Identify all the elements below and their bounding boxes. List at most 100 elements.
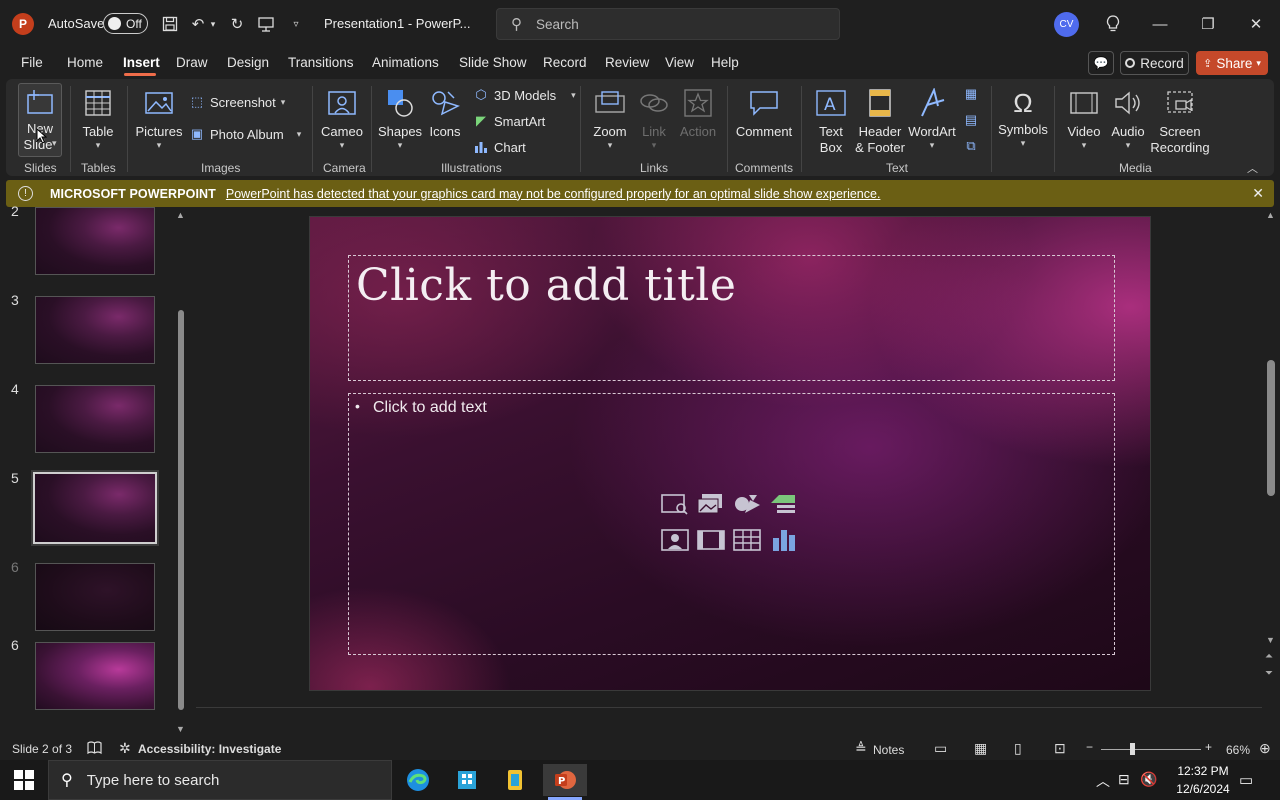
message-bar-link[interactable]: PowerPoint has detected that your graphi… bbox=[226, 187, 881, 201]
chart-button[interactable]: Chart bbox=[473, 139, 526, 155]
slide-thumbnail[interactable] bbox=[35, 642, 155, 710]
slide-show-icon[interactable]: ⊡ bbox=[1054, 740, 1066, 757]
link-button[interactable]: Link ▾ bbox=[634, 86, 674, 150]
undo-dropdown-icon[interactable]: ▾ bbox=[206, 12, 220, 36]
insert-stock-images-icon[interactable] bbox=[697, 492, 725, 516]
tab-design[interactable]: Design bbox=[227, 55, 269, 70]
insert-icons-icon[interactable] bbox=[733, 492, 761, 516]
zoom-button[interactable]: Zoom ▾ bbox=[588, 86, 632, 150]
content-placeholder[interactable]: • Click to add text bbox=[348, 393, 1115, 655]
normal-view-icon[interactable]: ▭ bbox=[934, 740, 947, 757]
insert-picture-icon[interactable] bbox=[661, 492, 689, 516]
scroll-up-icon[interactable]: ▲ bbox=[1266, 210, 1275, 220]
tab-animations[interactable]: Animations bbox=[372, 55, 439, 70]
zoom-out-icon[interactable]: − bbox=[1086, 740, 1093, 754]
volume-muted-icon[interactable]: 🔇 bbox=[1140, 771, 1157, 788]
object-icon[interactable]: ⧉ bbox=[962, 138, 980, 156]
screenshot-button[interactable]: ⬚ Screenshot ▾ bbox=[189, 94, 285, 110]
autosave-toggle[interactable]: Off bbox=[103, 13, 148, 34]
reading-view-icon[interactable]: ▯ bbox=[1014, 740, 1022, 757]
zoom-slider-handle[interactable] bbox=[1130, 743, 1135, 755]
zoom-slider[interactable] bbox=[1101, 749, 1201, 750]
search-box[interactable]: ⚲ Search bbox=[496, 8, 840, 40]
show-hidden-icons-icon[interactable]: ︿ bbox=[1096, 771, 1110, 791]
windows-start-icon[interactable] bbox=[14, 770, 34, 790]
insert-chart-icon[interactable] bbox=[769, 528, 797, 552]
slide-number-icon[interactable]: ▤ bbox=[962, 112, 980, 130]
tab-review[interactable]: Review bbox=[605, 55, 649, 70]
network-icon[interactable]: ⊟ bbox=[1118, 771, 1130, 788]
screen-recording-button[interactable]: Screen Recording bbox=[1150, 86, 1210, 156]
cameo-button[interactable]: Cameo ▾ bbox=[318, 86, 366, 150]
clock-date[interactable]: 12/6/2024 bbox=[1173, 782, 1233, 796]
pictures-button[interactable]: Pictures ▾ bbox=[136, 86, 182, 150]
save-icon[interactable] bbox=[158, 12, 182, 36]
tab-record[interactable]: Record bbox=[543, 55, 587, 70]
notification-icon[interactable]: ▭ bbox=[1239, 771, 1253, 789]
slide-thumbnail[interactable] bbox=[35, 385, 155, 453]
share-button[interactable]: ⇪ Share ▾ bbox=[1196, 51, 1268, 75]
fit-to-window-icon[interactable]: ⊕ bbox=[1259, 740, 1271, 757]
insert-video-icon[interactable] bbox=[697, 528, 725, 552]
redo-icon[interactable]: ↻ bbox=[225, 12, 249, 36]
scroll-up-icon[interactable]: ▲ bbox=[176, 210, 185, 220]
customize-toolbar-icon[interactable]: ▿ bbox=[284, 12, 308, 36]
minimize-icon[interactable]: — bbox=[1148, 12, 1172, 36]
accessibility-status[interactable]: Accessibility: Investigate bbox=[138, 742, 281, 756]
collapse-ribbon-icon[interactable]: ︿ bbox=[1247, 160, 1258, 176]
tab-slide-show[interactable]: Slide Show bbox=[459, 55, 527, 70]
comment-button[interactable]: Comment bbox=[734, 86, 794, 140]
scroll-down-icon[interactable]: ▼ bbox=[176, 724, 185, 734]
file-explorer-app-icon[interactable] bbox=[445, 764, 489, 796]
comments-button[interactable]: 💬 bbox=[1088, 51, 1114, 75]
tab-transitions[interactable]: Transitions bbox=[288, 55, 354, 70]
notes-button[interactable]: Notes bbox=[873, 743, 904, 757]
slide-sorter-icon[interactable]: ▦ bbox=[974, 740, 987, 757]
slide-canvas[interactable]: Click to add title • Click to add text bbox=[309, 216, 1151, 691]
tab-draw[interactable]: Draw bbox=[176, 55, 208, 70]
close-icon[interactable]: ✕ bbox=[1252, 185, 1264, 202]
lightbulb-icon[interactable] bbox=[1101, 12, 1125, 36]
insert-smartart-icon[interactable] bbox=[769, 492, 797, 516]
slide-thumbnail[interactable] bbox=[35, 207, 155, 275]
slide-scrollbar[interactable] bbox=[1267, 360, 1275, 496]
date-time-icon[interactable]: ▦ bbox=[962, 86, 980, 104]
taskbar-search[interactable]: ⚲ Type here to search bbox=[48, 760, 392, 800]
next-slide-icon[interactable]: ⏷ bbox=[1265, 668, 1273, 679]
audio-button[interactable]: Audio ▾ bbox=[1108, 86, 1148, 150]
text-box-button[interactable]: A Text Box bbox=[810, 86, 852, 156]
tab-file[interactable]: File bbox=[21, 55, 43, 70]
zoom-level[interactable]: 66% bbox=[1226, 743, 1250, 757]
thumbnail-scrollbar[interactable] bbox=[178, 310, 184, 710]
scroll-down-icon[interactable]: ▼ bbox=[1266, 635, 1275, 645]
notes-icon[interactable]: ≜ bbox=[855, 740, 867, 757]
video-button[interactable]: Video ▾ bbox=[1062, 86, 1106, 150]
3d-models-button[interactable]: ⬡ 3D Models ▾ bbox=[473, 87, 575, 103]
app-icon[interactable] bbox=[493, 764, 537, 796]
close-icon[interactable]: ✕ bbox=[1244, 12, 1268, 36]
tab-home[interactable]: Home bbox=[67, 55, 103, 70]
record-button[interactable]: Record bbox=[1120, 51, 1189, 75]
edge-browser-icon[interactable] bbox=[396, 764, 440, 796]
tab-view[interactable]: View bbox=[665, 55, 694, 70]
slide-thumbnail[interactable] bbox=[35, 563, 155, 631]
symbols-button[interactable]: Ω Symbols ▾ bbox=[996, 86, 1050, 148]
tab-help[interactable]: Help bbox=[711, 55, 739, 70]
accessibility-icon[interactable]: ✲ bbox=[119, 740, 131, 757]
tab-insert[interactable]: Insert bbox=[123, 55, 160, 70]
new-slide-chevron-icon[interactable]: ▾ bbox=[52, 138, 57, 149]
previous-slide-icon[interactable]: ⏶ bbox=[1265, 651, 1273, 662]
zoom-in-icon[interactable]: + bbox=[1205, 740, 1212, 754]
wordart-button[interactable]: WordArt ▾ bbox=[908, 86, 956, 150]
restore-icon[interactable]: ❐ bbox=[1196, 12, 1220, 36]
table-button[interactable]: Table ▾ bbox=[76, 86, 120, 150]
avatar[interactable]: CV bbox=[1054, 12, 1079, 37]
smartart-button[interactable]: ◤ SmartArt bbox=[473, 113, 545, 129]
clock-time[interactable]: 12:32 PM bbox=[1173, 764, 1233, 778]
powerpoint-app-icon[interactable]: P bbox=[543, 764, 587, 796]
photo-album-button[interactable]: ▣ Photo Album ▾ bbox=[189, 126, 301, 142]
present-from-beginning-icon[interactable] bbox=[254, 12, 278, 36]
icons-button[interactable]: Icons bbox=[424, 86, 466, 140]
insert-table-icon[interactable] bbox=[733, 528, 761, 552]
slide-thumbnail[interactable] bbox=[35, 296, 155, 364]
